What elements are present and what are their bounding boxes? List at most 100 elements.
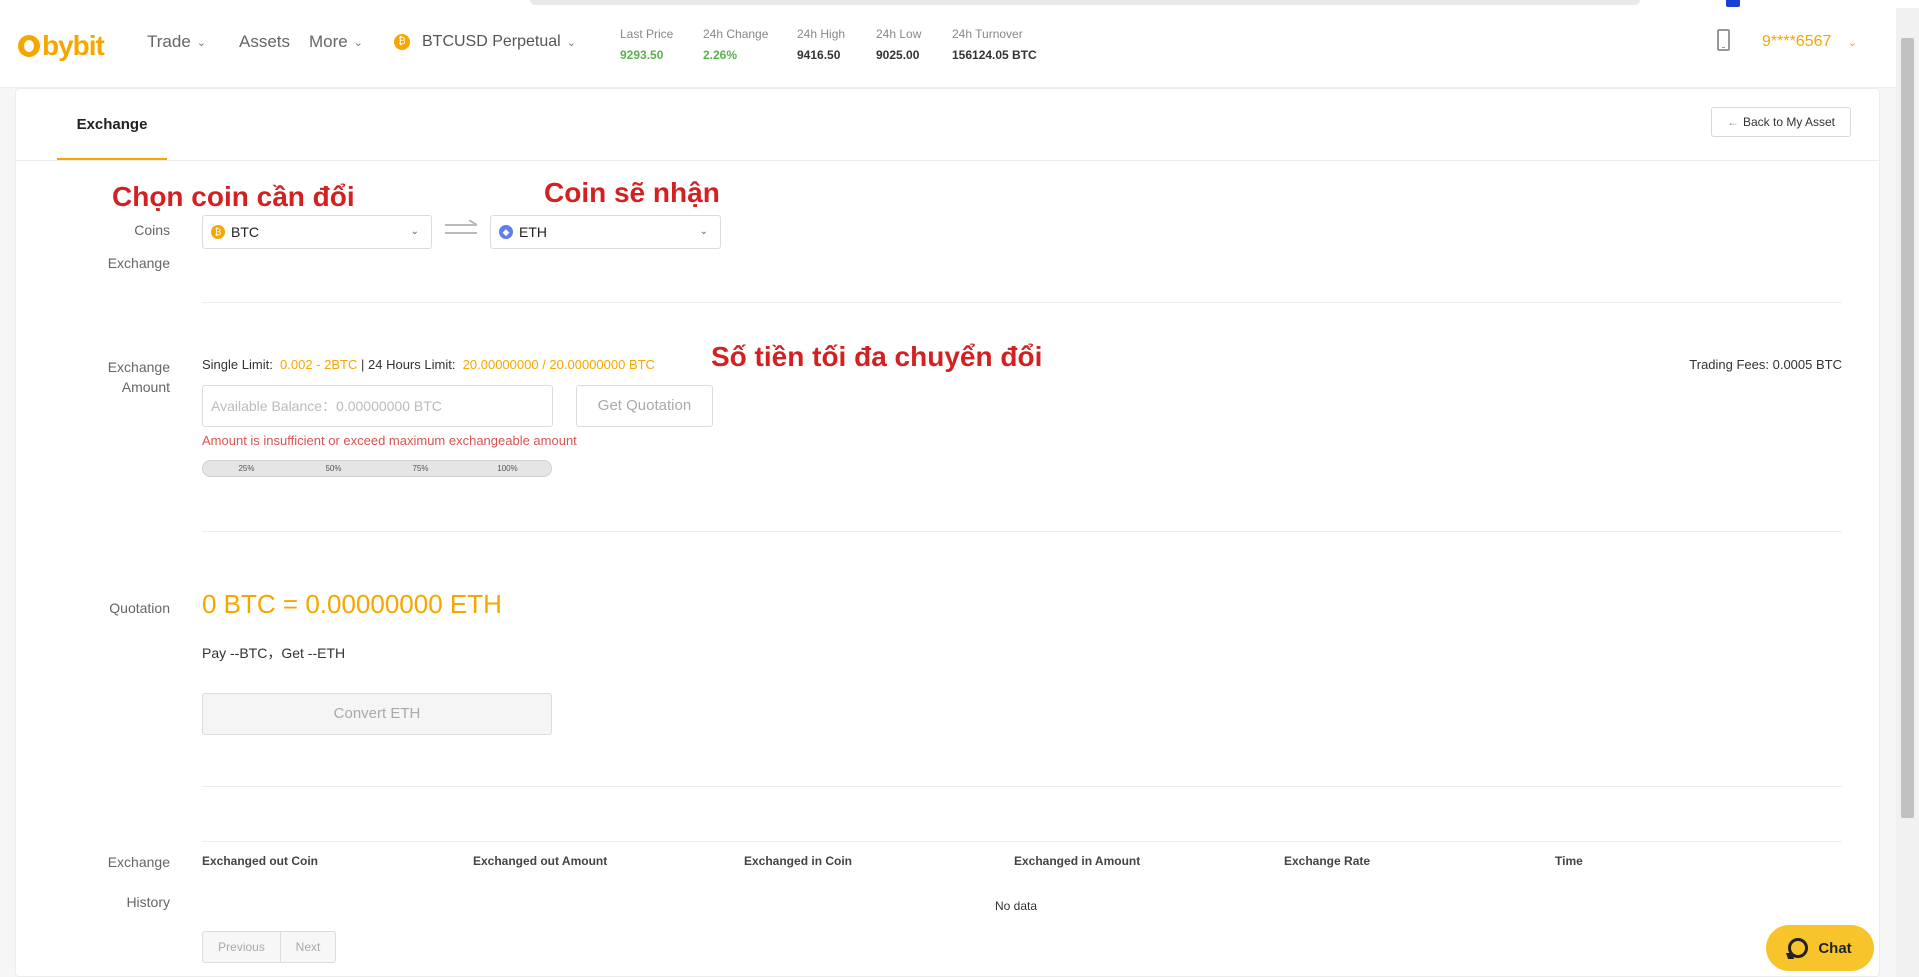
daily-limit-value: 20.00000000 / 20.00000000 BTC [462,357,655,372]
tab-exchange[interactable]: Exchange [58,116,166,133]
pay-get-summary: Pay --BTC，Get --ETH [202,645,346,661]
swap-arrows-icon[interactable] [443,220,479,238]
nav-assets-label: Assets [239,32,291,51]
bybit-logo-icon [18,35,40,57]
ticker-label: Last Price [620,27,674,41]
browser-extension-icon[interactable] [1726,0,1740,7]
ticker-last-price: Last Price 9293.50 [620,27,673,62]
ticker-value: 9416.50 [797,48,841,62]
chevron-down-icon: ⌄ [410,226,419,237]
nav-more-label: More [309,32,348,51]
history-label-line2: History [126,894,170,910]
tab-divider [16,160,1879,161]
back-arrow-icon: ← [1726,115,1739,129]
single-limit-value: 0.002 - 2BTC [280,357,358,372]
chat-icon [1788,938,1809,958]
daily-limit-label: 24 Hours Limit: [368,357,456,372]
ticker-label: 24h High [797,27,846,41]
amount-label-line1: Exchange [107,359,170,375]
history-column-header: Exchanged out Coin [202,854,319,868]
history-empty-text: No data [995,899,1038,913]
ticker-value: 9025.00 [876,48,920,62]
chat-button[interactable]: Chat [1766,925,1874,971]
eth-coin-icon: ◆ [499,225,513,239]
history-label: Exchange History [30,852,170,912]
ticker-value: 156124.05 BTC [952,48,1037,62]
amount-label-line2: Amount [121,379,170,395]
back-to-asset-button[interactable]: ← Back to My Asset [1711,107,1851,137]
browser-strip [0,0,1919,8]
chevron-down-icon: ⌄ [353,36,363,49]
from-coin-value: BTC [231,224,259,240]
convert-button[interactable]: Convert ETH [202,693,552,735]
single-limit-label: Single Limit: [202,357,273,372]
ticker-24h-change: 24h Change 2.26% [703,27,768,62]
history-label-line1: Exchange [107,854,170,870]
ticker-24h-high: 24h High 9416.50 [797,27,845,62]
history-table-top-line [202,841,1842,842]
chevron-down-icon: ⌄ [196,36,206,49]
previous-page-button[interactable]: Previous [202,931,281,963]
to-coin-value: ETH [519,224,547,240]
browser-address-bar [530,0,1640,5]
section-divider [202,786,1842,787]
chevron-down-icon: ⌄ [1847,37,1858,49]
ticker-value: 2.26% [703,48,738,62]
phone-icon[interactable] [1717,29,1730,51]
btc-coin-icon: ₿ [394,34,410,50]
coins-label-line1: Coins [134,222,170,238]
scrollbar-thumb[interactable] [1901,38,1914,818]
ticker-label: 24h Change [703,27,769,41]
top-header: bybit Trade ⌄ Assets More ⌄ ₿ BTCUSD Per… [0,8,1896,88]
nav-trade[interactable]: Trade ⌄ [147,32,206,52]
pair-name: BTCUSD Perpetual [422,33,561,50]
coins-label-line2: Exchange [107,255,170,271]
annotation-max-amount: Số tiền tối đa chuyển đổi [711,341,1043,372]
chevron-down-icon: ⌄ [566,36,576,49]
ticker-label: 24h Low [876,27,922,41]
trading-fees: Trading Fees: 0.0005 BTC [1689,357,1842,372]
account-id: 9****6567 [1762,33,1832,50]
bybit-logo[interactable]: bybit [18,30,105,62]
account-menu[interactable]: 9****6567 ⌄ [1762,33,1857,51]
brand-name: bybit [42,30,105,61]
percent-option-100[interactable]: 100% [464,461,551,476]
nav-assets[interactable]: Assets [239,32,290,52]
quotation-equation: 0 BTC = 0.00000000 ETH [202,589,502,619]
section-divider [202,531,1842,532]
next-page-button[interactable]: Next [281,931,336,963]
quotation-label: Quotation [109,600,170,616]
section-divider [202,302,1842,303]
annotation-receive-coin: Coin sẽ nhận [544,177,720,208]
history-column-header: Exchanged in Amount [1014,854,1141,868]
percent-option-25[interactable]: 25% [203,461,290,476]
ticker-24h-low: 24h Low 9025.00 [876,27,921,62]
get-quotation-button[interactable]: Get Quotation [576,385,713,427]
exchange-card: Exchange ← Back to My Asset Chọn coin cần… [15,88,1880,977]
exchange-limits: Single Limit: 0.002 - 2BTC | 24 Hours Li… [202,357,655,372]
chevron-down-icon: ⌄ [699,226,708,237]
percent-option-75[interactable]: 75% [377,461,464,476]
btc-coin-icon: ₿ [211,225,225,239]
amount-error-message: Amount is insufficient or exceed maximum… [202,433,577,448]
limit-separator: | [361,357,365,372]
nav-more[interactable]: More ⌄ [309,32,363,52]
percent-option-50[interactable]: 50% [290,461,377,476]
from-coin-select[interactable]: ₿ BTC ⌄ [202,215,432,249]
amount-label: Exchange Amount [30,357,170,397]
amount-input[interactable]: Available Balance：0.00000000 BTC [202,385,553,427]
nav-trade-label: Trade [147,32,191,51]
history-pagination: Previous Next [202,931,336,963]
percent-slider[interactable]: 25% 50% 75% 100% [202,460,552,477]
history-column-header: Exchanged out Amount [473,854,608,868]
to-coin-select[interactable]: ◆ ETH ⌄ [490,215,721,249]
history-column-header: Exchanged in Coin [744,854,853,868]
ticker-24h-turnover: 24h Turnover 156124.05 BTC [952,27,1037,62]
coins-label: Coins Exchange [30,220,170,273]
annotation-select-coin: Chọn coin cần đổi [112,181,355,212]
chat-label: Chat [1818,939,1852,957]
history-column-header: Exchange Rate [1284,854,1371,868]
page-scrollbar[interactable] [1896,8,1919,977]
pair-selector[interactable]: ₿ BTCUSD Perpetual ⌄ [394,33,576,51]
ticker-value: 9293.50 [620,48,664,62]
